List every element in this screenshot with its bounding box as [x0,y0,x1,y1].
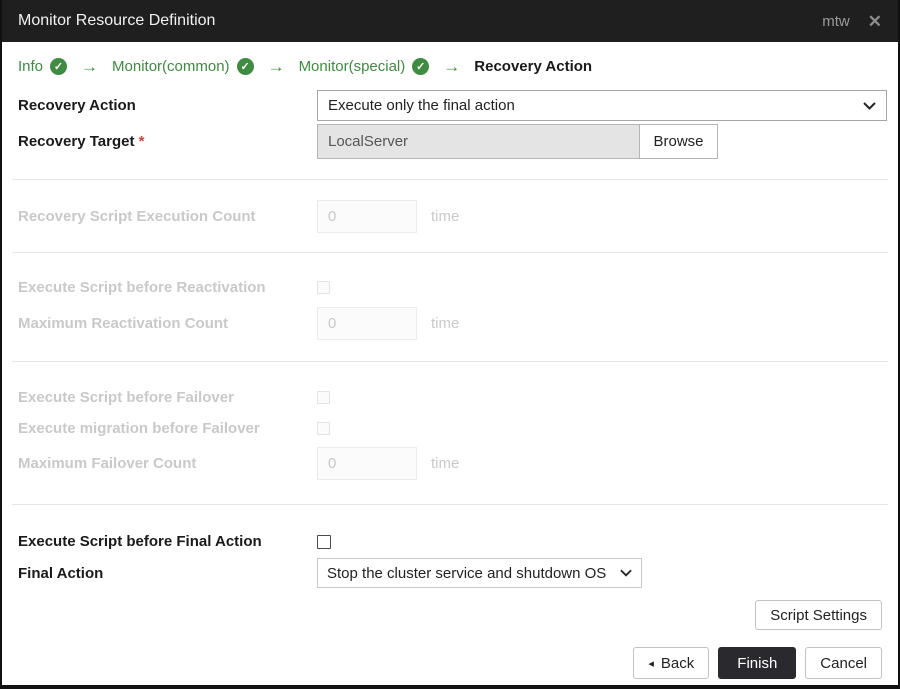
maximum-reactivation-count-unit: time [431,315,460,332]
execute-script-before-reactivation-label: Execute Script before Reactivation [18,279,266,296]
section-divider [12,361,888,362]
step-recovery-action-current: Recovery Action [474,58,593,75]
recovery-target-label: Recovery Target * [18,133,317,150]
monitor-resource-definition-dialog: Monitor Resource Definition mtw ✕ Info ✓… [0,0,900,689]
recovery-script-execution-count-row: Recovery Script Execution Count time [2,200,898,233]
step-info[interactable]: Info [18,58,43,75]
recovery-action-label: Recovery Action [18,97,136,114]
step-arrow-icon: → [81,56,99,76]
chevron-down-icon [620,569,632,577]
section-divider [12,504,888,505]
step-monitor-common-check-icon: ✓ [236,58,254,75]
step-monitor-common[interactable]: Monitor(common) [112,58,230,75]
wizard-breadcrumb: Info ✓ → Monitor(common) ✓ → Monitor(spe… [2,42,898,85]
execute-script-before-failover-row: Execute Script before Failover [2,389,898,406]
step-info-check-icon: ✓ [50,58,68,75]
recovery-action-selected-value: Execute only the final action [328,97,515,114]
window-badge: mtw [822,12,850,30]
maximum-reactivation-count-label: Maximum Reactivation Count [18,315,229,332]
maximum-failover-count-unit: time [431,455,460,472]
execute-script-before-failover-checkbox [317,391,330,404]
execute-script-before-final-action-checkbox[interactable] [317,534,331,549]
step-monitor-special-check-icon: ✓ [412,58,430,75]
browse-button[interactable]: Browse [640,124,718,159]
finish-button[interactable]: Finish [718,647,797,679]
back-arrow-icon: ◂ [648,657,654,670]
recovery-script-execution-count-input [317,200,417,233]
final-action-label: Final Action [18,564,104,582]
step-arrow-icon: → [443,56,461,76]
recovery-target-input [317,124,640,159]
recovery-action-row: Recovery Action Execute only the final a… [2,90,898,121]
dialog-titlebar: Monitor Resource Definition mtw ✕ [2,0,898,42]
back-button-label: Back [660,654,695,672]
final-action-selected-value: Stop the cluster service and shutdown OS [327,564,607,582]
final-action-select[interactable]: Stop the cluster service and shutdown OS [317,558,642,588]
step-monitor-special[interactable]: Monitor(special) [299,58,406,75]
recovery-script-execution-count-unit: time [431,208,460,225]
dialog-footer-buttons: ◂ Back Finish Cancel [2,647,898,679]
execute-script-before-reactivation-checkbox [317,281,330,294]
execute-script-before-final-action-label: Execute Script before Final Action [18,533,262,550]
maximum-failover-count-input [317,447,417,480]
maximum-reactivation-count-input [317,307,417,340]
cancel-button[interactable]: Cancel [805,647,882,679]
execute-migration-before-failover-row: Execute migration before Failover [2,420,898,437]
execute-script-before-reactivation-row: Execute Script before Reactivation [2,279,898,296]
section-divider [12,179,888,180]
maximum-reactivation-count-row: Maximum Reactivation Count time [2,307,898,340]
script-settings-row: Script Settings [2,600,898,630]
section-divider [12,252,888,253]
maximum-failover-count-label: Maximum Failover Count [18,455,197,472]
script-settings-button[interactable]: Script Settings [755,600,882,630]
dialog-title: Monitor Resource Definition [18,12,216,29]
step-arrow-icon: → [267,56,285,76]
close-icon[interactable]: ✕ [868,13,882,30]
recovery-action-select[interactable]: Execute only the final action [317,90,887,121]
execute-script-before-final-action-row: Execute Script before Final Action [2,533,898,550]
recovery-target-label-text: Recovery Target [18,133,135,150]
required-asterisk: * [138,133,145,150]
maximum-failover-count-row: Maximum Failover Count time [2,447,898,480]
back-button[interactable]: ◂ Back [633,647,710,679]
recovery-script-execution-count-label: Recovery Script Execution Count [18,208,256,225]
execute-migration-before-failover-label: Execute migration before Failover [18,420,260,437]
final-action-row: Final Action Stop the cluster service an… [2,558,898,588]
execute-migration-before-failover-checkbox [317,422,330,435]
execute-script-before-failover-label: Execute Script before Failover [18,389,234,406]
recovery-target-row: Recovery Target * Browse [2,124,898,159]
chevron-down-icon [863,101,876,110]
